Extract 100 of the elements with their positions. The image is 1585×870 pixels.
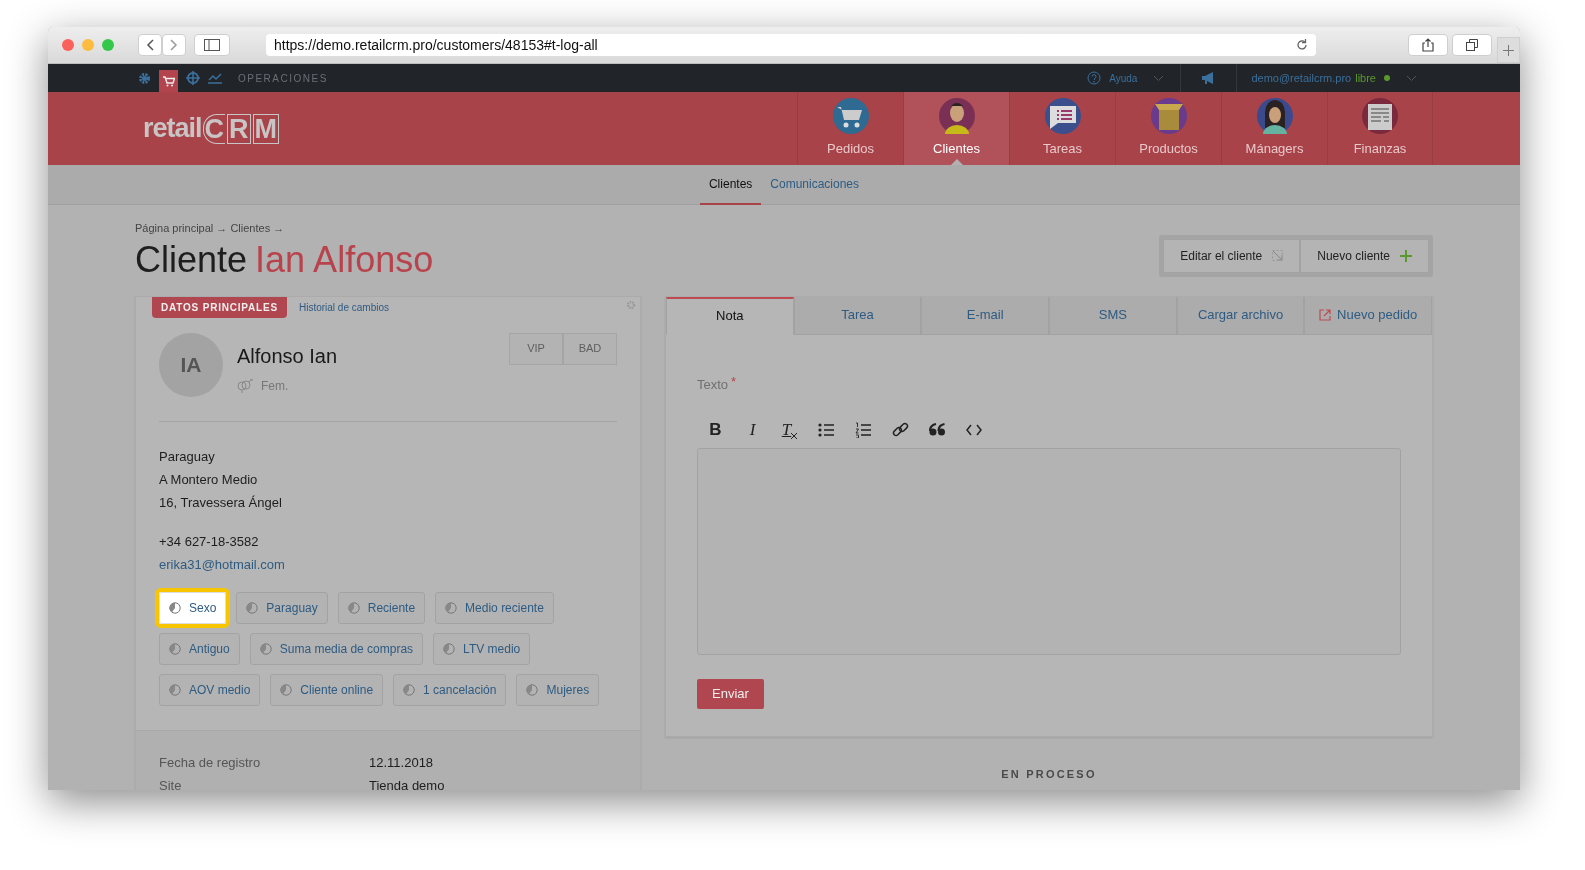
reload-icon bbox=[1296, 39, 1308, 51]
maximize-icon[interactable] bbox=[102, 39, 114, 51]
plus-icon bbox=[1503, 44, 1514, 56]
nav-avatar-icon bbox=[832, 97, 869, 134]
segment-tag[interactable]: Paraguay bbox=[236, 591, 328, 624]
segment-tag[interactable]: Sexo bbox=[159, 591, 227, 624]
chevron-down-icon[interactable] bbox=[1153, 74, 1165, 82]
sub-nav-tab[interactable]: Comunicaciones bbox=[761, 164, 869, 205]
help-icon bbox=[1087, 71, 1102, 85]
email-link[interactable]: erika31@hotmail.com bbox=[159, 552, 285, 576]
tabs-button[interactable] bbox=[1452, 34, 1492, 56]
pie-icon bbox=[526, 683, 539, 696]
nav-avatar-icon bbox=[1044, 97, 1081, 134]
url-text: https://demo.retailcrm.pro/customers/48153#t-log-all bbox=[274, 35, 599, 55]
pie-icon bbox=[347, 601, 360, 614]
logo-letter: C bbox=[202, 113, 226, 144]
sub-nav-tab[interactable]: Clientes bbox=[699, 164, 762, 205]
code-icon[interactable] bbox=[966, 422, 983, 438]
pie-icon bbox=[169, 642, 181, 655]
status-dot-icon bbox=[1384, 75, 1390, 81]
submit-button[interactable]: Enviar bbox=[697, 679, 764, 709]
composer-tab[interactable]: Cargar archivo bbox=[1176, 296, 1305, 335]
pie-icon bbox=[403, 683, 416, 696]
plus-icon bbox=[1400, 249, 1412, 262]
detail-value: Tienda demo bbox=[369, 776, 445, 790]
segment-tag[interactable]: Cliente online bbox=[270, 673, 384, 706]
pie-icon bbox=[445, 601, 458, 614]
bold-button[interactable]: B bbox=[697, 418, 734, 442]
nav-avatar-icon bbox=[1150, 97, 1187, 134]
user-email[interactable]: demo@retailcrm.pro bbox=[1251, 69, 1352, 87]
segment-tag[interactable]: Reciente bbox=[337, 591, 426, 624]
chevron-down-icon[interactable] bbox=[1406, 74, 1417, 82]
segment-tag[interactable]: Mujeres bbox=[516, 673, 600, 706]
action-button[interactable]: Nuevo cliente bbox=[1300, 238, 1429, 273]
detail-label: Site bbox=[159, 776, 183, 790]
crosshair-icon[interactable] bbox=[186, 71, 200, 85]
segment-tag[interactable]: Medio reciente bbox=[435, 591, 554, 624]
address-line: A Montero Medio bbox=[159, 470, 259, 489]
forward-button[interactable] bbox=[162, 34, 186, 56]
avatar-initials: IA bbox=[159, 332, 223, 397]
bullet-list-icon[interactable] bbox=[818, 422, 835, 438]
address-line: 16, Travessera Ángel bbox=[159, 493, 283, 512]
pie-icon bbox=[169, 683, 181, 696]
composer-tab[interactable]: Nota bbox=[666, 296, 794, 335]
nav-item[interactable]: Tareas bbox=[1009, 92, 1115, 165]
composer-tab[interactable]: SMS bbox=[1049, 296, 1177, 335]
logo-letter: M bbox=[252, 113, 280, 144]
numbered-list-icon[interactable] bbox=[855, 422, 872, 438]
segment-tag[interactable]: LTV medio bbox=[433, 632, 531, 665]
field-label: Texto bbox=[697, 375, 729, 394]
nav-avatar-icon bbox=[1256, 97, 1293, 134]
pie-icon bbox=[169, 601, 181, 614]
section-heading: EN PROCESO bbox=[1000, 766, 1098, 781]
nav-avatar-icon bbox=[938, 97, 975, 134]
flag-button[interactable]: VIP bbox=[509, 332, 563, 365]
section-label[interactable]: OPERACIONES bbox=[238, 70, 328, 86]
external-link-icon bbox=[1319, 309, 1332, 321]
detail-value: 12.11.2018 bbox=[369, 753, 434, 772]
back-icon bbox=[146, 39, 154, 51]
pie-icon bbox=[280, 683, 293, 696]
link-icon[interactable] bbox=[892, 422, 909, 438]
clear-format-button[interactable]: T bbox=[771, 418, 808, 442]
cart-tab[interactable] bbox=[159, 70, 178, 92]
chart-icon[interactable] bbox=[208, 72, 222, 84]
breadcrumb-text: Página principal → Clientes → bbox=[135, 221, 286, 236]
quote-icon[interactable] bbox=[929, 422, 946, 438]
sidebar-button[interactable] bbox=[194, 34, 230, 56]
share-icon bbox=[1422, 38, 1434, 52]
segment-tag[interactable]: Antiguo bbox=[159, 632, 240, 665]
segment-tag[interactable]: 1 cancelación bbox=[393, 673, 507, 706]
action-button[interactable]: Editar el cliente bbox=[1163, 238, 1301, 273]
new-tab-button[interactable] bbox=[1497, 37, 1520, 63]
back-button[interactable] bbox=[138, 34, 162, 56]
required-mark: * bbox=[731, 374, 737, 391]
cart-icon bbox=[162, 75, 175, 87]
help-link[interactable]: Ayuda bbox=[1109, 70, 1138, 86]
address-bar[interactable]: https://demo.retailcrm.pro/customers/48153#t-log-all bbox=[266, 34, 1316, 56]
nav-item[interactable]: Finanzas bbox=[1327, 92, 1433, 165]
close-icon[interactable] bbox=[62, 39, 74, 51]
segment-tag[interactable]: AOV medio bbox=[159, 673, 261, 706]
nav-item[interactable]: Clientes bbox=[903, 92, 1009, 165]
composer-tab[interactable]: E-mail bbox=[921, 296, 1049, 335]
segment-tag[interactable]: Suma media de compras bbox=[249, 632, 424, 665]
nav-item[interactable]: Mánagers bbox=[1221, 92, 1327, 165]
italic-button[interactable]: I bbox=[734, 418, 771, 442]
card-tab[interactable]: Historial de cambios bbox=[286, 296, 401, 318]
gender-icon bbox=[237, 378, 253, 393]
phone-number: +34 627-18-3582 bbox=[159, 532, 260, 551]
tabs-icon bbox=[1466, 39, 1478, 51]
pie-icon bbox=[246, 601, 259, 614]
composer-tab[interactable]: Tarea bbox=[793, 296, 922, 335]
flag-button[interactable]: BAD bbox=[563, 332, 617, 365]
plan-label: libre bbox=[1355, 70, 1376, 86]
composer-tab[interactable]: Nuevo pedido bbox=[1304, 296, 1433, 335]
sidebar-icon bbox=[204, 39, 220, 51]
settings-icon[interactable] bbox=[138, 71, 151, 85]
edit-icon bbox=[1272, 250, 1284, 261]
nav-item[interactable]: Productos bbox=[1115, 92, 1221, 165]
card-tab[interactable]: DATOS PRINCIPALES bbox=[152, 296, 287, 318]
detail-label: Fecha de registro bbox=[159, 753, 262, 772]
